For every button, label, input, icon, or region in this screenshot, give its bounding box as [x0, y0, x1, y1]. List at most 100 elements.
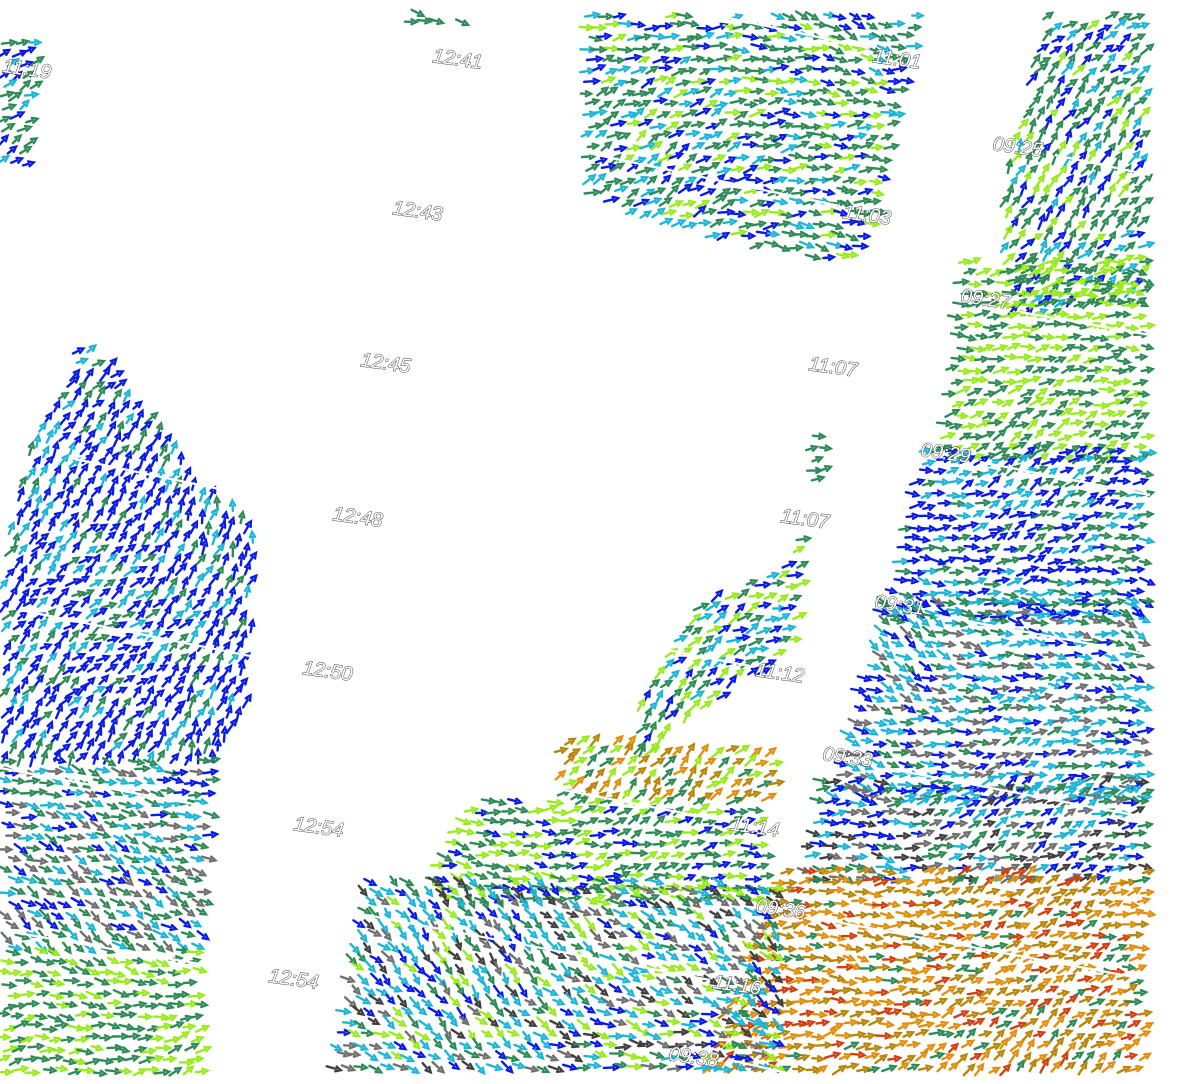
wind-arrow	[186, 948, 205, 956]
wind-arrow	[1021, 195, 1036, 209]
wind-arrow	[585, 163, 601, 172]
wind-arrow	[691, 142, 706, 150]
wind-arrow	[343, 996, 358, 1009]
wind-arrow	[530, 965, 542, 975]
wind-arrow	[602, 195, 621, 203]
wind-arrow	[1137, 821, 1155, 829]
wind-arrow	[842, 954, 857, 962]
wind-arrow	[899, 719, 915, 727]
wind-arrow	[25, 844, 42, 853]
wind-arrow	[625, 77, 640, 86]
wind-arrow	[705, 161, 721, 171]
wind-arrow	[1115, 170, 1127, 185]
wind-arrow	[923, 715, 941, 723]
wind-arrow	[698, 1028, 716, 1037]
wind-arrow	[1087, 147, 1096, 164]
wind-arrow	[999, 696, 1017, 704]
wind-arrow	[1042, 762, 1057, 771]
wind-arrow	[781, 560, 798, 569]
wind-arrow	[157, 912, 173, 920]
wind-arrow	[921, 544, 938, 552]
wind-arrow	[987, 855, 1003, 863]
wind-arrow	[580, 130, 594, 138]
wind-arrow	[72, 564, 86, 574]
wind-arrow	[1029, 456, 1042, 470]
wind-arrow	[26, 466, 37, 481]
wind-arrow	[42, 486, 51, 501]
wind-arrow	[1025, 72, 1039, 86]
wind-arrow	[1021, 842, 1037, 852]
wind-arrow	[664, 838, 681, 846]
wind-arrow	[934, 833, 949, 841]
wind-arrow	[832, 56, 849, 64]
wind-arrow	[687, 788, 695, 802]
wind-arrow	[603, 1040, 618, 1049]
wind-arrow	[1133, 97, 1149, 106]
wind-arrow	[12, 662, 23, 678]
wind-arrow	[975, 420, 992, 428]
wind-arrow	[851, 68, 867, 76]
wind-arrow	[1087, 19, 1101, 30]
wind-arrow	[1082, 420, 1095, 430]
wind-arrow	[771, 963, 789, 971]
wind-arrow	[845, 1062, 860, 1070]
wind-arrow	[969, 770, 984, 779]
wind-arrow	[51, 640, 62, 655]
wind-arrow	[587, 906, 603, 917]
wind-arrow	[79, 441, 93, 456]
wind-arrow	[626, 161, 641, 173]
wind-arrow	[198, 508, 207, 525]
wind-arrow	[988, 355, 1006, 363]
wind-arrow	[686, 962, 701, 971]
wind-arrow	[507, 797, 524, 805]
wind-arrow	[36, 596, 49, 608]
wind-arrow	[695, 646, 708, 657]
wind-arrow	[755, 626, 773, 635]
wind-arrow	[122, 610, 137, 618]
wind-arrow	[886, 941, 903, 950]
wind-arrow	[1039, 886, 1053, 895]
wind-arrow	[123, 674, 136, 683]
wind-arrow	[624, 53, 643, 62]
wind-arrow	[584, 863, 603, 872]
wind-arrow	[1107, 716, 1122, 724]
wind-arrow	[576, 928, 588, 940]
wind-arrow	[1005, 988, 1022, 997]
wind-arrow	[57, 674, 72, 688]
wind-arrow	[583, 768, 595, 779]
wind-arrow	[1134, 353, 1149, 361]
wind-arrow	[1025, 760, 1040, 768]
wind-arrow	[114, 378, 128, 390]
wind-arrow	[1121, 92, 1131, 108]
wind-arrow	[547, 838, 563, 846]
wind-arrow	[1091, 852, 1107, 860]
wind-arrow	[7, 520, 15, 536]
wind-arrow	[573, 756, 589, 764]
wind-arrow	[961, 885, 975, 895]
wind-arrow	[1070, 409, 1088, 417]
wind-arrow	[1065, 500, 1081, 508]
wind-arrow	[95, 544, 110, 554]
wind-arrow	[353, 1020, 367, 1030]
wind-arrow	[474, 872, 489, 880]
wind-arrow	[1006, 556, 1022, 564]
wind-arrow	[986, 675, 1003, 683]
wind-arrow	[1123, 67, 1140, 75]
wind-arrow	[202, 811, 221, 819]
wind-arrow	[831, 1040, 846, 1048]
wind-arrow	[409, 949, 418, 966]
wind-arrow	[66, 927, 79, 942]
wind-arrow	[744, 646, 758, 657]
wind-arrow	[981, 775, 997, 786]
wind-arrow	[85, 832, 100, 840]
wind-arrow	[1055, 202, 1066, 219]
wind-arrow	[955, 512, 972, 520]
wind-arrow	[238, 509, 246, 525]
wind-arrow	[584, 11, 602, 19]
wind-arrow	[122, 388, 131, 403]
wind-arrow	[1080, 609, 1096, 618]
wind-arrow	[715, 962, 729, 972]
wind-arrow	[45, 694, 58, 707]
wind-arrow	[1003, 591, 1020, 600]
wind-arrow	[156, 977, 171, 985]
